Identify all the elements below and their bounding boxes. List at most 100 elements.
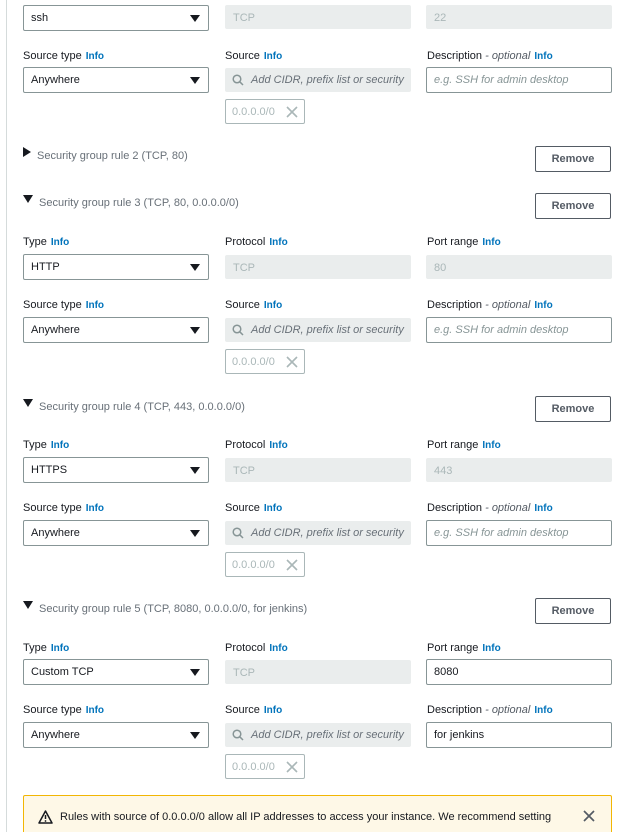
info-link[interactable]: Info bbox=[264, 300, 282, 311]
info-link[interactable]: Info bbox=[482, 440, 500, 451]
source-type-select-rule1[interactable]: Anywhere bbox=[23, 67, 209, 93]
source-search-rule1[interactable]: Add CIDR, prefix list or security bbox=[225, 68, 411, 92]
port-range-label: Port range Info bbox=[427, 439, 501, 451]
warning-icon bbox=[38, 810, 53, 824]
source-search-rule5[interactable]: Add CIDR, prefix list or security bbox=[225, 723, 411, 747]
source-type-value: Anywhere bbox=[31, 74, 80, 86]
close-icon[interactable] bbox=[286, 356, 298, 368]
port-value: 8080 bbox=[434, 666, 459, 678]
source-search-rule4[interactable]: Add CIDR, prefix list or security bbox=[225, 521, 411, 545]
rule3-header[interactable]: Security group rule 3 (TCP, 80, 0.0.0.0/… bbox=[23, 195, 239, 209]
port-range-label: Port range Info bbox=[427, 642, 501, 654]
description-input-rule4[interactable]: e.g. SSH for admin desktop bbox=[426, 520, 612, 546]
port-input-rule5[interactable]: 8080 bbox=[426, 659, 612, 685]
port-value: 443 bbox=[434, 465, 453, 477]
info-link[interactable]: Info bbox=[534, 503, 552, 514]
close-icon[interactable] bbox=[286, 106, 298, 118]
info-link[interactable]: Info bbox=[482, 237, 500, 248]
remove-button-rule3[interactable]: Remove bbox=[535, 193, 611, 219]
cidr-token-rule1: 0.0.0.0/0 bbox=[225, 99, 305, 124]
triangle-down-icon bbox=[23, 195, 33, 204]
source-label: Source Info bbox=[225, 502, 283, 514]
info-link[interactable]: Info bbox=[86, 705, 104, 716]
info-link[interactable]: Info bbox=[51, 643, 69, 654]
warning-text: Rules with source of 0.0.0.0/0 allow all… bbox=[60, 811, 552, 823]
close-icon[interactable] bbox=[286, 761, 298, 773]
info-link[interactable]: Info bbox=[482, 643, 500, 654]
source-type-select-rule5[interactable]: Anywhere bbox=[23, 722, 209, 748]
search-icon bbox=[232, 527, 244, 539]
type-select-value: ssh bbox=[31, 12, 49, 24]
type-label: Type Info bbox=[23, 642, 70, 654]
port-value: 80 bbox=[434, 262, 447, 274]
info-link[interactable]: Info bbox=[269, 440, 287, 451]
caret-down-icon bbox=[190, 77, 200, 84]
caret-down-icon bbox=[190, 15, 200, 22]
info-link[interactable]: Info bbox=[264, 705, 282, 716]
source-label: Source Info bbox=[225, 704, 283, 716]
source-label: Source Info bbox=[225, 299, 283, 311]
info-link[interactable]: Info bbox=[534, 300, 552, 311]
info-link[interactable]: Info bbox=[86, 51, 104, 62]
cidr-token-value: 0.0.0.0/0 bbox=[232, 559, 275, 571]
info-link[interactable]: Info bbox=[86, 503, 104, 514]
description-input-rule3[interactable]: e.g. SSH for admin desktop bbox=[426, 317, 612, 343]
info-link[interactable]: Info bbox=[269, 643, 287, 654]
description-input-rule1[interactable]: e.g. SSH for admin desktop bbox=[426, 67, 612, 93]
info-link[interactable]: Info bbox=[51, 237, 69, 248]
source-type-value: Anywhere bbox=[31, 324, 80, 336]
type-select-rule3[interactable]: HTTP bbox=[23, 254, 209, 280]
source-placeholder: Add CIDR, prefix list or security bbox=[251, 527, 404, 539]
description-placeholder: e.g. SSH for admin desktop bbox=[434, 324, 569, 336]
cidr-token-rule3: 0.0.0.0/0 bbox=[225, 349, 305, 374]
caret-down-icon bbox=[190, 732, 200, 739]
protocol-value: TCP bbox=[233, 667, 255, 679]
triangle-right-icon bbox=[23, 147, 31, 158]
info-link[interactable]: Info bbox=[269, 237, 287, 248]
triangle-down-icon bbox=[23, 601, 33, 610]
protocol-label: Protocol Info bbox=[225, 236, 288, 248]
protocol-value: TCP bbox=[233, 465, 255, 477]
source-type-label: Source type Info bbox=[23, 502, 105, 514]
protocol-value: TCP bbox=[233, 12, 255, 24]
remove-button-rule5[interactable]: Remove bbox=[535, 598, 611, 624]
caret-down-icon bbox=[190, 327, 200, 334]
source-type-select-rule3[interactable]: Anywhere bbox=[23, 317, 209, 343]
triangle-down-icon bbox=[23, 399, 33, 408]
source-type-label: Source type Info bbox=[23, 50, 105, 62]
close-icon[interactable] bbox=[286, 559, 298, 571]
info-link[interactable]: Info bbox=[51, 440, 69, 451]
caret-down-icon bbox=[190, 669, 200, 676]
source-type-value: Anywhere bbox=[31, 729, 80, 741]
rule5-header[interactable]: Security group rule 5 (TCP, 8080, 0.0.0.… bbox=[23, 601, 307, 615]
source-search-rule3[interactable]: Add CIDR, prefix list or security bbox=[225, 318, 411, 342]
info-link[interactable]: Info bbox=[264, 51, 282, 62]
description-placeholder: e.g. SSH for admin desktop bbox=[434, 74, 569, 86]
port-range-label: Port range Info bbox=[427, 236, 501, 248]
description-placeholder: e.g. SSH for admin desktop bbox=[434, 527, 569, 539]
type-select-rule5[interactable]: Custom TCP bbox=[23, 659, 209, 685]
info-link[interactable]: Info bbox=[86, 300, 104, 311]
source-type-select-rule4[interactable]: Anywhere bbox=[23, 520, 209, 546]
type-select-rule1[interactable]: ssh bbox=[23, 5, 209, 31]
info-link[interactable]: Info bbox=[534, 51, 552, 62]
cidr-token-value: 0.0.0.0/0 bbox=[232, 356, 275, 368]
rule2-title: Security group rule 2 (TCP, 80) bbox=[37, 150, 188, 162]
close-icon[interactable] bbox=[583, 810, 595, 822]
info-link[interactable]: Info bbox=[534, 705, 552, 716]
remove-button-rule4[interactable]: Remove bbox=[535, 396, 611, 422]
source-type-label: Source type Info bbox=[23, 299, 105, 311]
source-placeholder: Add CIDR, prefix list or security bbox=[251, 729, 404, 741]
description-input-rule5[interactable]: for jenkins bbox=[426, 722, 612, 748]
protocol-field-rule5: TCP bbox=[225, 660, 411, 684]
rule4-header[interactable]: Security group rule 4 (TCP, 443, 0.0.0.0… bbox=[23, 399, 245, 413]
remove-button-rule2[interactable]: Remove bbox=[535, 146, 611, 172]
caret-down-icon bbox=[190, 264, 200, 271]
rule2-header[interactable]: Security group rule 2 (TCP, 80) bbox=[23, 147, 188, 162]
port-value: 22 bbox=[434, 12, 447, 24]
caret-down-icon bbox=[190, 530, 200, 537]
info-link[interactable]: Info bbox=[264, 503, 282, 514]
source-label: Source Info bbox=[225, 50, 283, 62]
type-select-rule4[interactable]: HTTPS bbox=[23, 457, 209, 483]
type-select-value: HTTP bbox=[31, 261, 60, 273]
